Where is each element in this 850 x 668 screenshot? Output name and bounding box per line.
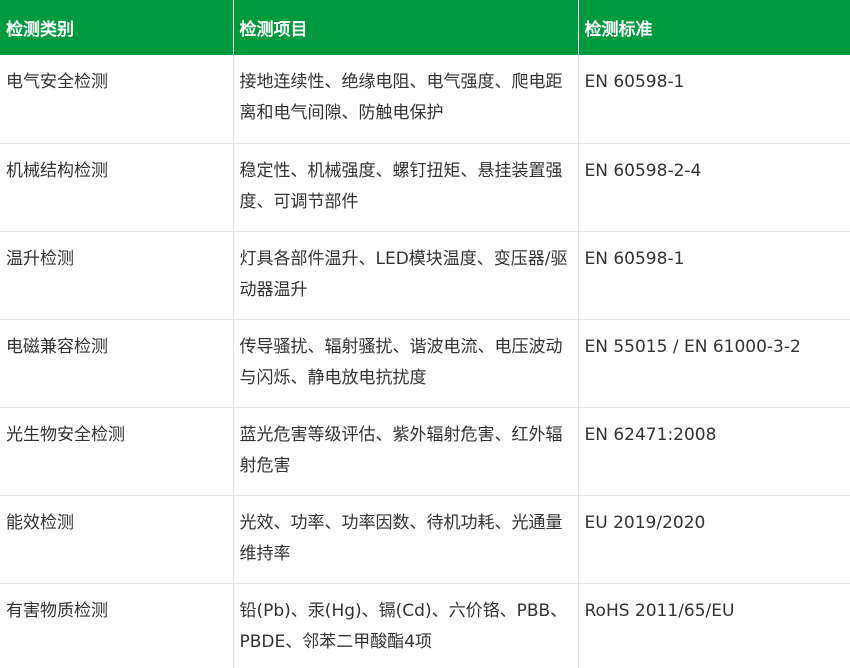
cell-standard: EN 62471:2008 <box>578 407 850 496</box>
testing-standards-table: 检测类别 检测项目 检测标准 电气安全检测 接地连续性、绝缘电阻、电气强度、爬电… <box>0 0 850 668</box>
table-row: 电气安全检测 接地连续性、绝缘电阻、电气强度、爬电距离和电气间隙、防触电保护 E… <box>0 55 850 144</box>
cell-items: 蓝光危害等级评估、紫外辐射危害、红外辐射危害 <box>233 407 579 496</box>
cell-standard: RoHS 2011/65/EU <box>584 600 735 621</box>
header-items: 检测项目 <box>233 0 579 55</box>
cell-items: 光效、功率、功率因数、待机功耗、光通量维持率 <box>233 495 579 584</box>
header-standard: 检测标准 <box>578 0 850 55</box>
table-row: 光生物安全检测 蓝光危害等级评估、紫外辐射危害、红外辐射危害 EN 62471:… <box>0 407 850 496</box>
cell-items: 传导骚扰、辐射骚扰、谐波电流、电压波动与闪烁、静电放电抗扰度 <box>233 319 579 408</box>
cell-category: 温升检测 <box>0 231 234 320</box>
cell-standard: EN 60598-2-4 <box>578 143 850 232</box>
cell-category: 电磁兼容检测 <box>0 319 234 408</box>
cell-category: 机械结构检测 <box>0 143 234 232</box>
table-row: 机械结构检测 稳定性、机械强度、螺钉扭矩、悬挂装置强度、可调节部件 EN 605… <box>0 143 850 232</box>
table-row: 能效检测 光效、功率、功率因数、待机功耗、光通量维持率 EU 2019/2020 <box>0 495 850 584</box>
cell-items: 灯具各部件温升、LED模块温度、变压器/驱动器温升 <box>233 231 579 320</box>
table-row: 温升检测 灯具各部件温升、LED模块温度、变压器/驱动器温升 EN 60598-… <box>0 231 850 320</box>
header-category: 检测类别 <box>0 0 234 55</box>
cell-standard: EN 60598-1 <box>578 55 850 144</box>
cell-category: 有害物质检测 <box>0 583 234 668</box>
table-body: 电气安全检测 接地连续性、绝缘电阻、电气强度、爬电距离和电气间隙、防触电保护 E… <box>0 55 850 668</box>
table-row: 电磁兼容检测 传导骚扰、辐射骚扰、谐波电流、电压波动与闪烁、静电放电抗扰度 EN… <box>0 319 850 408</box>
cell-category: 电气安全检测 <box>0 55 234 144</box>
cell-items: 稳定性、机械强度、螺钉扭矩、悬挂装置强度、可调节部件 <box>233 143 579 232</box>
cell-category: 光生物安全检测 <box>0 407 234 496</box>
cell-items: 接地连续性、绝缘电阻、电气强度、爬电距离和电气间隙、防触电保护 <box>233 55 579 144</box>
table-header: 检测类别 检测项目 检测标准 <box>0 0 850 55</box>
cell-standard: EU 2019/2020 <box>578 495 850 584</box>
cell-standard: EN 55015 / EN 61000-3-2 <box>578 319 850 408</box>
table-row: 有害物质检测 铅(Pb)、汞(Hg)、镉(Cd)、六价铬、PBB、PBDE、邻苯… <box>0 583 850 668</box>
cell-standard: EN 60598-1 <box>578 231 850 320</box>
header-row: 检测类别 检测项目 检测标准 <box>0 0 850 55</box>
cell-items: 铅(Pb)、汞(Hg)、镉(Cd)、六价铬、PBB、PBDE、邻苯二甲酸酯4项 <box>233 583 579 668</box>
cell-category: 能效检测 <box>0 495 234 584</box>
